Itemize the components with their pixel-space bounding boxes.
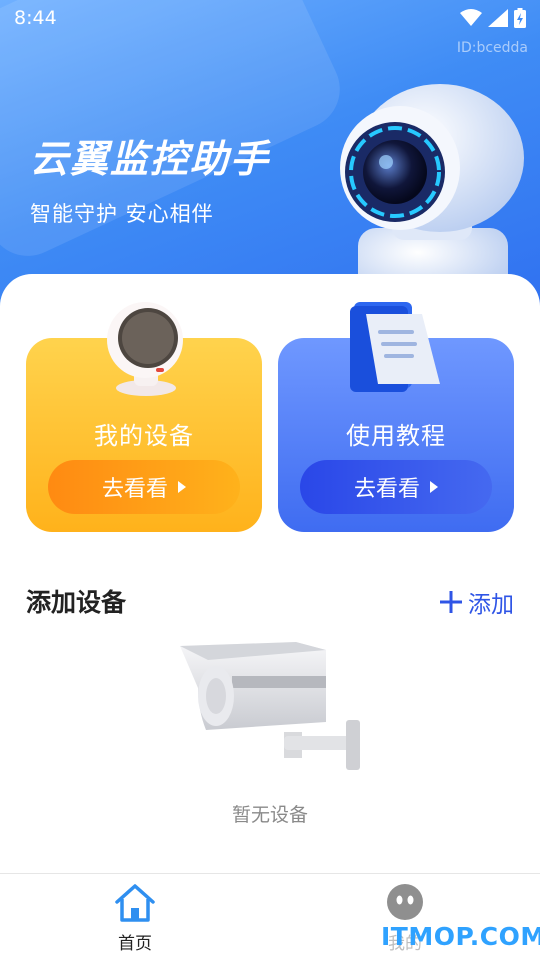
nav-label-home: 首页 — [118, 934, 152, 954]
smart-speaker-icon — [107, 302, 183, 396]
my-devices-title: 我的设备 — [94, 422, 194, 450]
wifi-icon — [460, 9, 482, 26]
device-id: ID:bcedda — [456, 40, 528, 56]
view-button-label: 去看看 — [353, 477, 420, 502]
nav-item-home[interactable]: 首页 — [75, 874, 195, 961]
document-icon — [350, 302, 440, 392]
plus-icon — [440, 591, 462, 613]
add-device-section-title: 添加设备 — [26, 588, 127, 617]
watermark-logo: ITMOP.COM — [381, 922, 540, 951]
profile-face-icon — [387, 884, 423, 920]
play-arrow-icon — [430, 481, 438, 493]
tutorial-title: 使用教程 — [346, 422, 446, 450]
status-icons — [460, 8, 526, 28]
view-button-label: 去看看 — [101, 477, 168, 502]
camera-robot-illustration — [340, 84, 524, 288]
empty-state-text: 暂无设备 — [231, 804, 308, 826]
app-title: 云翼监控助手 — [30, 137, 271, 181]
add-device-label: 添加 — [468, 592, 514, 618]
tutorial-card[interactable]: 使用教程 去看看 — [278, 302, 514, 532]
my-devices-view-button[interactable]: 去看看 — [48, 460, 240, 514]
security-camera-icon — [180, 642, 360, 770]
add-device-button[interactable]: 添加 — [440, 585, 514, 619]
battery-icon — [514, 8, 526, 28]
app-subtitle: 智能守护 安心相伴 — [30, 202, 214, 226]
play-arrow-icon — [178, 481, 186, 493]
tutorial-view-button[interactable]: 去看看 — [300, 460, 492, 514]
status-bar: 8:44 — [0, 0, 540, 36]
cell-signal-icon — [488, 9, 508, 27]
my-devices-card[interactable]: 我的设备 去看看 — [26, 302, 262, 532]
status-time: 8:44 — [14, 7, 57, 29]
home-icon — [115, 884, 155, 922]
